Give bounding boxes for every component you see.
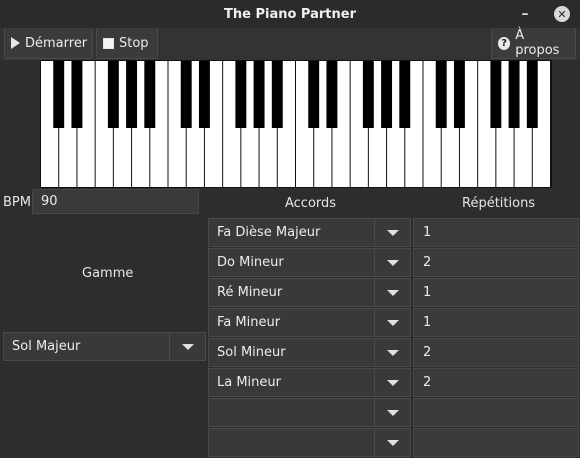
stop-label: Stop [119, 35, 149, 51]
black-key[interactable] [53, 61, 65, 128]
start-label: Démarrer [25, 35, 88, 51]
repetitions-input[interactable]: 2 [413, 368, 579, 397]
black-key[interactable] [490, 61, 502, 128]
black-key[interactable] [271, 61, 283, 128]
black-key[interactable] [399, 61, 411, 128]
repetitions-input[interactable]: 2 [413, 338, 579, 367]
black-key[interactable] [508, 61, 520, 128]
chevron-down-icon[interactable] [374, 219, 410, 246]
repetitions-input[interactable]: 2 [413, 248, 579, 277]
window-title: The Piano Partner [224, 6, 356, 22]
black-key[interactable] [526, 61, 538, 128]
black-key[interactable] [144, 61, 156, 128]
chord-select[interactable]: Fa Dièse Majeur [208, 218, 411, 247]
stop-icon [103, 37, 114, 49]
about-button[interactable]: ? À propos [491, 28, 576, 59]
piano-keys[interactable] [41, 61, 551, 187]
repetitions-input[interactable] [413, 398, 579, 427]
chevron-down-icon[interactable] [374, 369, 410, 396]
black-key[interactable] [362, 61, 374, 128]
chevron-down-icon[interactable] [374, 279, 410, 306]
scale-select[interactable]: Sol Majeur [3, 332, 206, 361]
chevron-down-icon[interactable] [374, 249, 410, 276]
black-key[interactable] [253, 61, 265, 128]
scale-label: Gamme [82, 266, 134, 281]
repetitions-input[interactable] [413, 428, 579, 457]
scale-value: Sol Majeur [12, 339, 81, 354]
black-key[interactable] [235, 61, 247, 128]
black-key[interactable] [71, 61, 83, 128]
chord-select[interactable]: Sol Mineur [208, 338, 411, 367]
close-icon[interactable]: ✕ [554, 6, 570, 22]
chord-value: Fa Dièse Majeur [217, 225, 321, 240]
black-key[interactable] [107, 61, 119, 128]
black-key[interactable] [326, 61, 338, 128]
repetitions-input[interactable]: 1 [413, 218, 579, 247]
chord-select[interactable] [208, 398, 411, 427]
about-label: À propos [515, 28, 560, 58]
repetitions-header: Répétitions [462, 196, 536, 211]
title-bar: The Piano Partner – ✕ [0, 0, 580, 29]
black-key[interactable] [308, 61, 320, 128]
chord-value: Ré Mineur [217, 285, 283, 300]
black-key[interactable] [381, 61, 393, 128]
play-icon [11, 37, 20, 49]
stop-button[interactable]: Stop [96, 28, 158, 59]
chord-value: Sol Mineur [217, 345, 286, 360]
minimize-icon[interactable]: – [516, 5, 534, 23]
chord-value: Fa Mineur [217, 315, 281, 330]
toolbar: Démarrer Stop ? À propos [0, 28, 580, 60]
black-key[interactable] [435, 61, 447, 128]
chord-value: La Mineur [217, 375, 281, 390]
start-button[interactable]: Démarrer [4, 28, 93, 59]
chord-value: Do Mineur [217, 255, 284, 270]
black-key[interactable] [453, 61, 465, 128]
chevron-down-icon[interactable] [374, 429, 410, 456]
chevron-down-icon[interactable] [169, 333, 205, 360]
black-key[interactable] [180, 61, 192, 128]
chord-select[interactable]: Fa Mineur [208, 308, 411, 337]
chord-select[interactable]: La Mineur [208, 368, 411, 397]
black-key[interactable] [198, 61, 210, 128]
chord-select[interactable]: Do Mineur [208, 248, 411, 277]
bpm-label: BPM [3, 195, 31, 210]
chevron-down-icon[interactable] [374, 309, 410, 336]
black-key[interactable] [126, 61, 138, 128]
repetitions-input[interactable]: 1 [413, 278, 579, 307]
chord-select[interactable] [208, 428, 411, 457]
chevron-down-icon[interactable] [374, 399, 410, 426]
chords-header: Accords [285, 196, 337, 211]
bpm-input[interactable]: 90 [32, 189, 199, 214]
repetitions-input[interactable]: 1 [413, 308, 579, 337]
chevron-down-icon[interactable] [374, 339, 410, 366]
help-icon: ? [498, 36, 511, 50]
piano-keyboard[interactable] [40, 60, 552, 188]
chord-select[interactable]: Ré Mineur [208, 278, 411, 307]
